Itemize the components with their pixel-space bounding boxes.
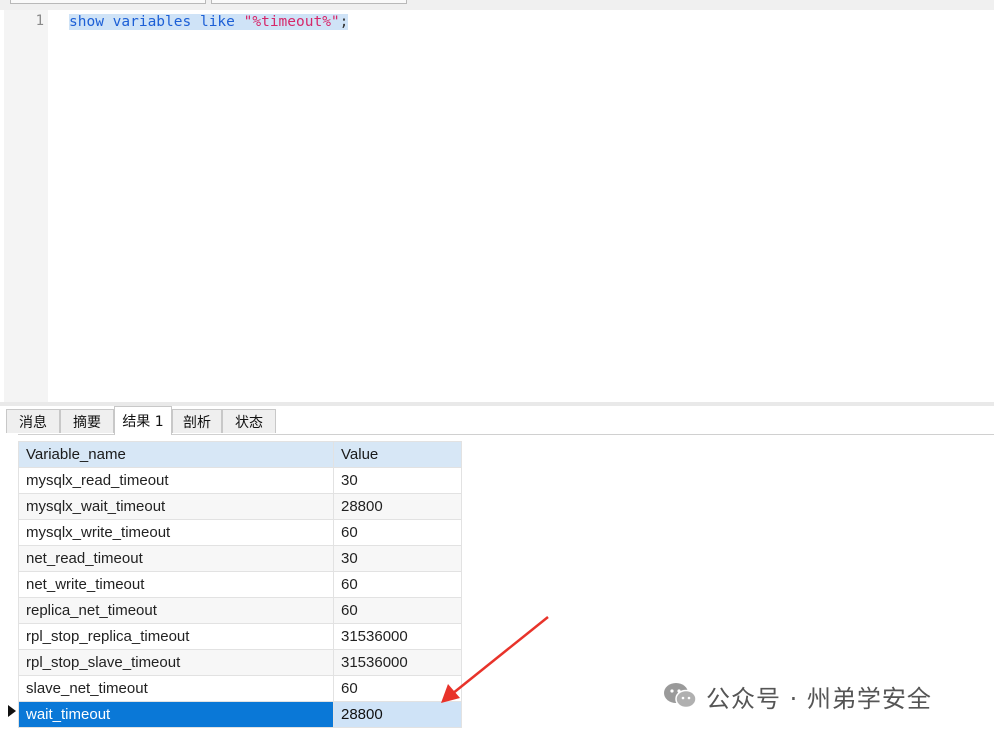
annotation-arrow-icon — [441, 616, 549, 703]
watermark: 公众号 · 州弟学安全 — [662, 681, 932, 713]
watermark-text: 公众号 · 州弟学安全 — [706, 684, 932, 713]
wechat-icon — [664, 683, 697, 709]
